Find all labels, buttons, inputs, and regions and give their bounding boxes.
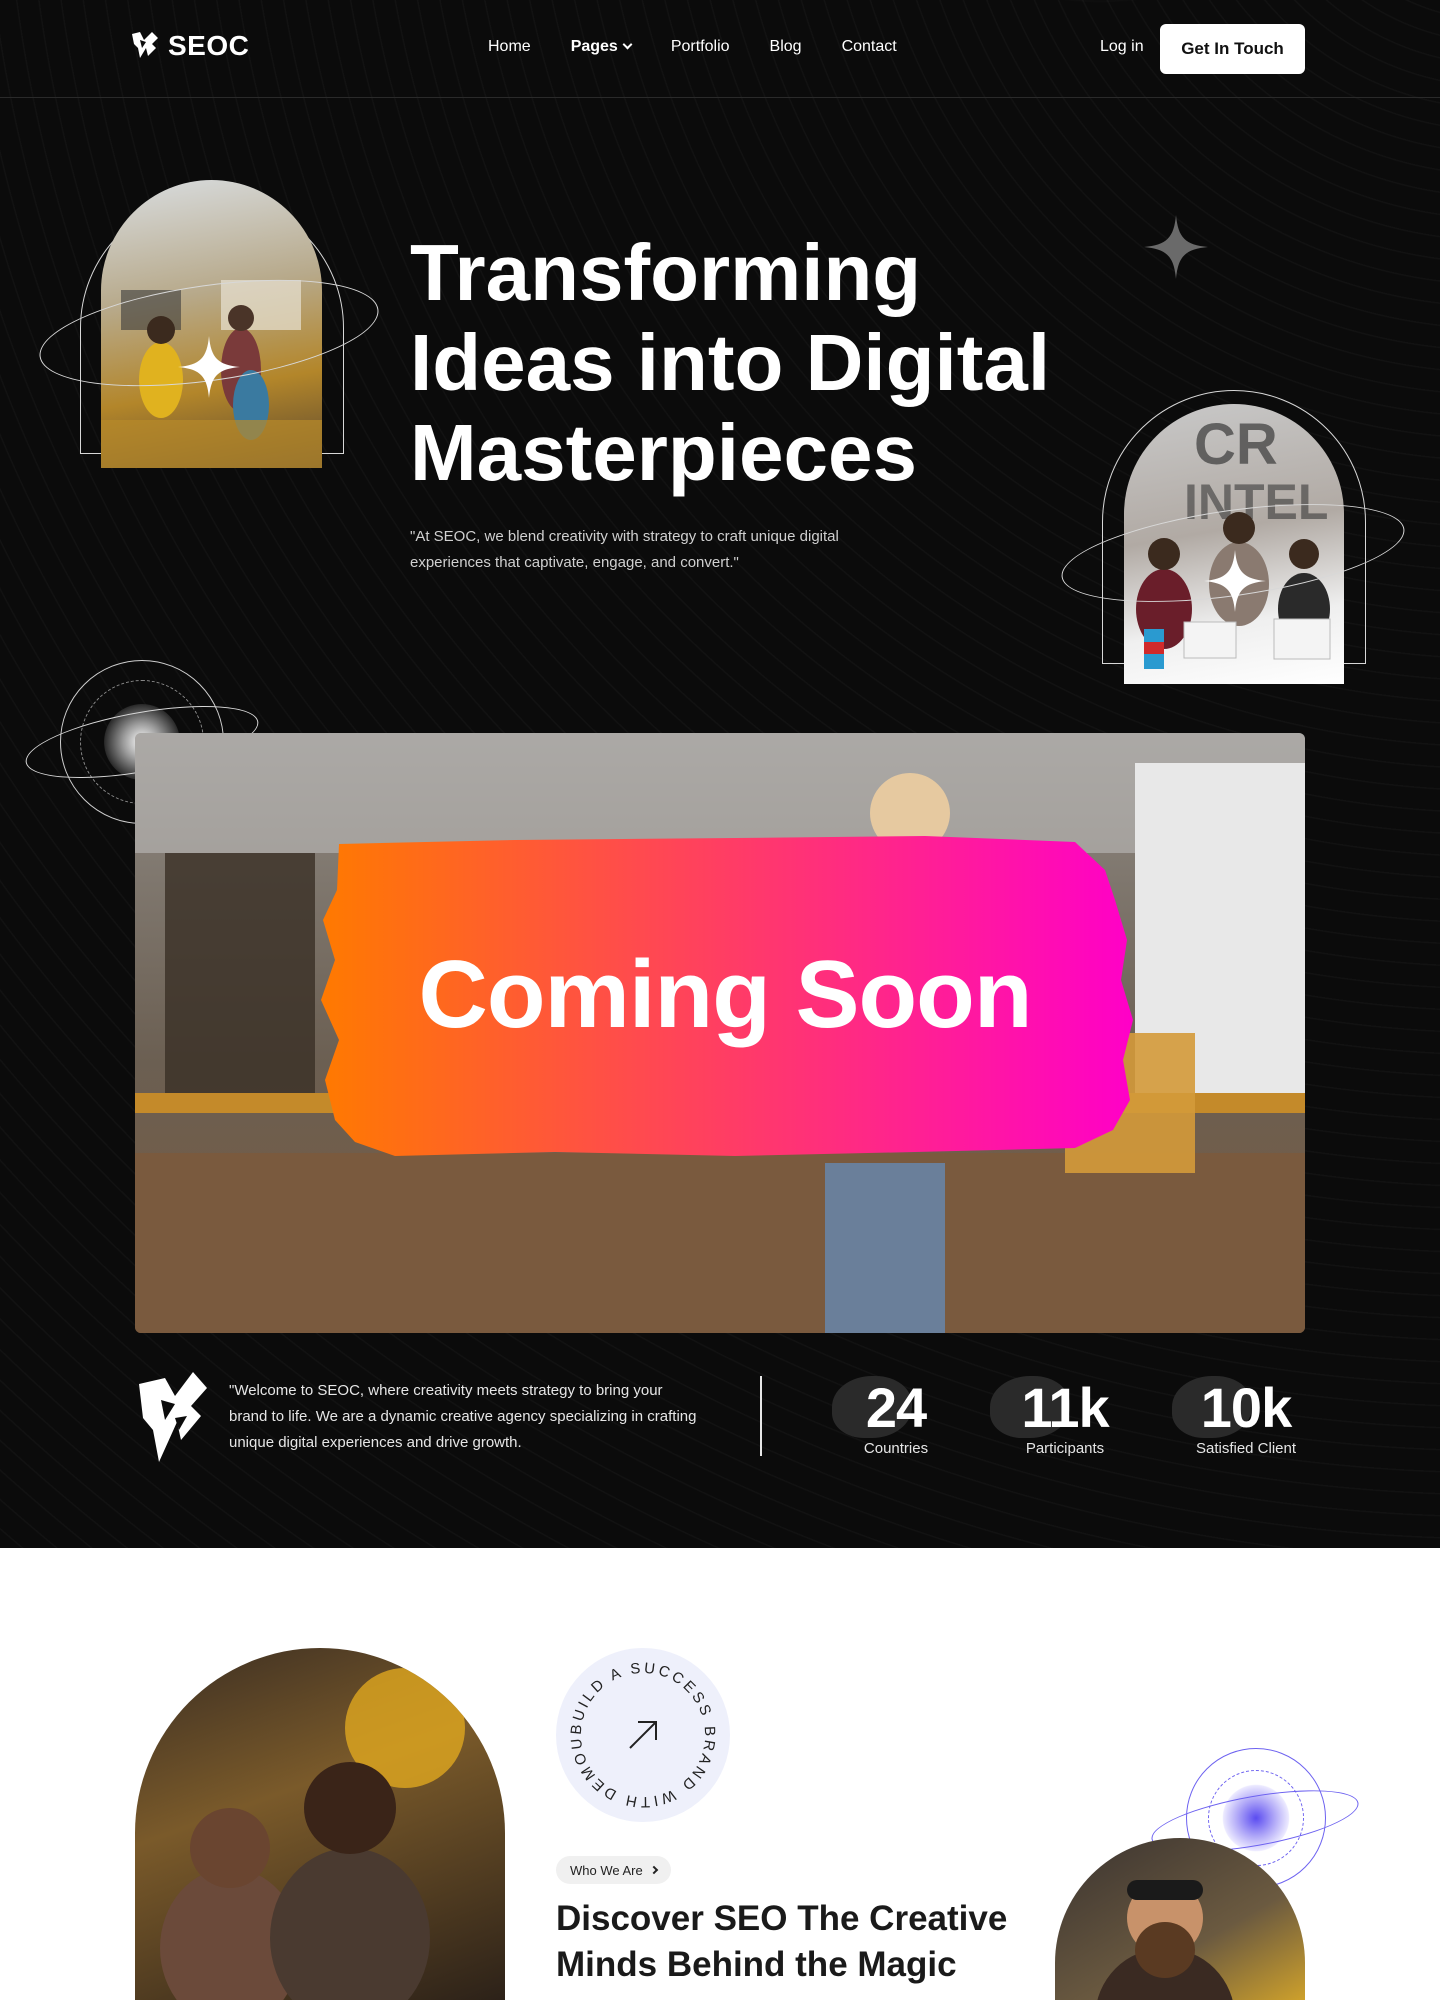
hero-title-line-2: Ideas into Digital <box>410 318 1051 407</box>
nav-pages[interactable]: Pages <box>570 38 633 56</box>
welcome-text: "Welcome to SEOC, where creativity meets… <box>229 1382 697 1451</box>
about-team-photo <box>135 1648 505 2000</box>
about-title: Discover SEO The Creative Minds Behind t… <box>556 1899 1008 1984</box>
hero-subtitle: "At SEOC, we blend creativity with strat… <box>410 528 839 571</box>
logo-mark-icon <box>132 32 158 58</box>
stat-countries: 24 Countries <box>832 1376 946 1457</box>
chevron-down-icon <box>622 39 633 50</box>
site-header: SEOC Home Pages Portfolio Blog Contact L… <box>0 0 1440 98</box>
who-we-are-label: Who We Are <box>570 1862 643 1878</box>
sparkle-icon <box>178 336 240 398</box>
stat-label: Participants <box>1025 1440 1105 1457</box>
nav-blog[interactable]: Blog <box>770 38 802 56</box>
login-link[interactable]: Log in <box>1100 38 1144 56</box>
chevron-right-icon <box>649 1865 658 1875</box>
arrow-up-right-icon <box>629 1721 657 1749</box>
hero-title-line-1: Transforming <box>410 228 922 317</box>
stat-label: Countries <box>863 1440 929 1457</box>
coming-soon-text: Coming Soon <box>418 941 1033 1048</box>
stats-divider <box>760 1376 762 1456</box>
stat-label: Satisfied Client <box>1195 1440 1297 1457</box>
nav-home[interactable]: Home <box>488 38 531 56</box>
dark-hero-section: SEOC Home Pages Portfolio Blog Contact L… <box>0 0 1440 1548</box>
brand-name: SEOC <box>168 30 250 61</box>
stat-satisfied-clients: 10k Satisfied Client <box>1172 1376 1306 1457</box>
svg-text:CR: CR <box>1194 412 1278 477</box>
main-nav: Home Pages Portfolio Blog Contact <box>488 38 897 56</box>
sparkle-grey-icon <box>1144 215 1208 279</box>
hero-title-line-3: Masterpieces <box>410 408 917 497</box>
stat-value: 24 <box>865 1376 927 1439</box>
who-we-are-pill[interactable]: Who We Are <box>556 1856 671 1884</box>
brand-emblem-icon <box>139 1372 207 1462</box>
sparkle-icon-right <box>1204 550 1266 612</box>
hero-title: Transforming Ideas into Digital Masterpi… <box>410 228 1110 498</box>
stat-value: 11k <box>1021 1376 1109 1439</box>
stat-value: 10k <box>1200 1376 1292 1439</box>
nav-pages-label: Pages <box>570 38 618 55</box>
about-team-illustration <box>160 1668 465 2000</box>
stat-participants: 11k Participants <box>990 1376 1120 1457</box>
coming-soon-banner: Coming Soon <box>315 830 1135 1160</box>
nav-portfolio[interactable]: Portfolio <box>671 38 730 56</box>
nav-contact[interactable]: Contact <box>842 38 897 56</box>
logo[interactable]: SEOC <box>130 30 249 62</box>
success-brand-badge[interactable]: BUILD A SUCCESS BRAND WITH DEMOUI <box>552 1635 730 1822</box>
get-in-touch-button[interactable]: Get In Touch <box>1160 24 1305 74</box>
